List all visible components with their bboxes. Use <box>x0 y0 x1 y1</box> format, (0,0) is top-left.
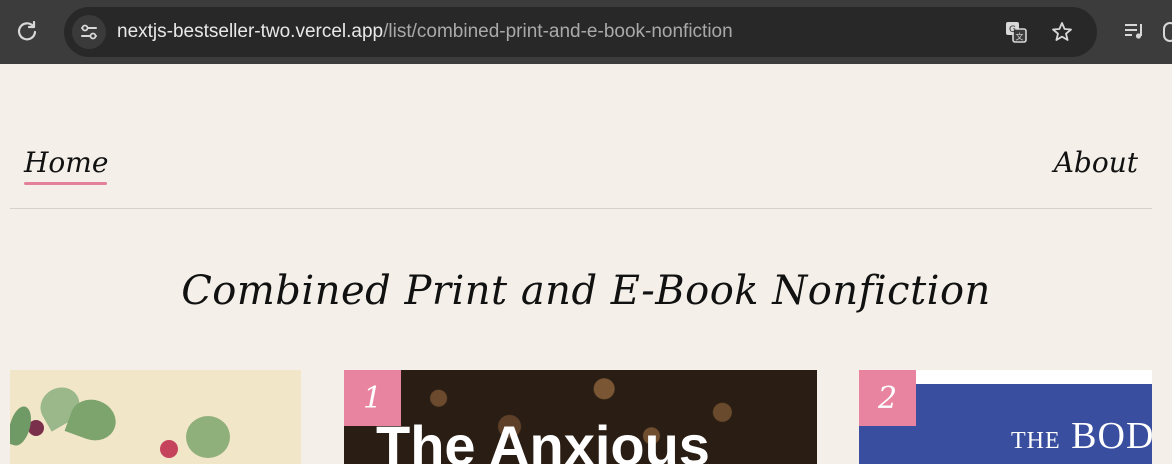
nav-home-link[interactable]: Home <box>24 146 108 179</box>
svg-text:文: 文 <box>1016 32 1024 42</box>
extension-icon[interactable] <box>1163 22 1172 42</box>
book-card[interactable]: 1 The Anxious <box>344 370 817 464</box>
book-cover-text: THE BOD <box>1011 414 1152 458</box>
reload-icon[interactable] <box>14 18 40 44</box>
translate-icon[interactable]: G 文 <box>1003 19 1029 45</box>
rank-badge: 2 <box>859 370 916 426</box>
url-text[interactable]: nextjs-bestseller-two.vercel.app/list/co… <box>117 20 733 44</box>
site-nav: Home About <box>10 140 1152 209</box>
book-cover-text-large: BOD <box>1071 415 1152 457</box>
address-bar[interactable]: nextjs-bestseller-two.vercel.app/list/co… <box>64 7 1097 57</box>
url-host: nextjs-bestseller-two.vercel.app <box>117 21 384 42</box>
url-path: /list/combined-print-and-e-book-nonficti… <box>383 21 733 42</box>
book-card[interactable] <box>10 370 301 464</box>
media-queue-icon[interactable] <box>1120 17 1148 45</box>
cover-illustration-berry <box>160 440 178 458</box>
site-info-icon[interactable] <box>72 15 106 49</box>
nav-about-link[interactable]: About <box>1054 146 1138 179</box>
browser-toolbar: nextjs-bestseller-two.vercel.app/list/co… <box>0 0 1172 64</box>
book-cover-text-small: THE <box>1011 428 1061 454</box>
active-link-underline <box>24 182 107 185</box>
star-icon[interactable] <box>1049 19 1075 45</box>
book-card[interactable]: 2 THE BOD <box>859 370 1152 464</box>
page-title: Combined Print and E-Book Nonfiction <box>181 268 991 314</box>
book-cover-text: The Anxious <box>376 414 710 464</box>
cover-illustration-leaf <box>186 416 230 458</box>
